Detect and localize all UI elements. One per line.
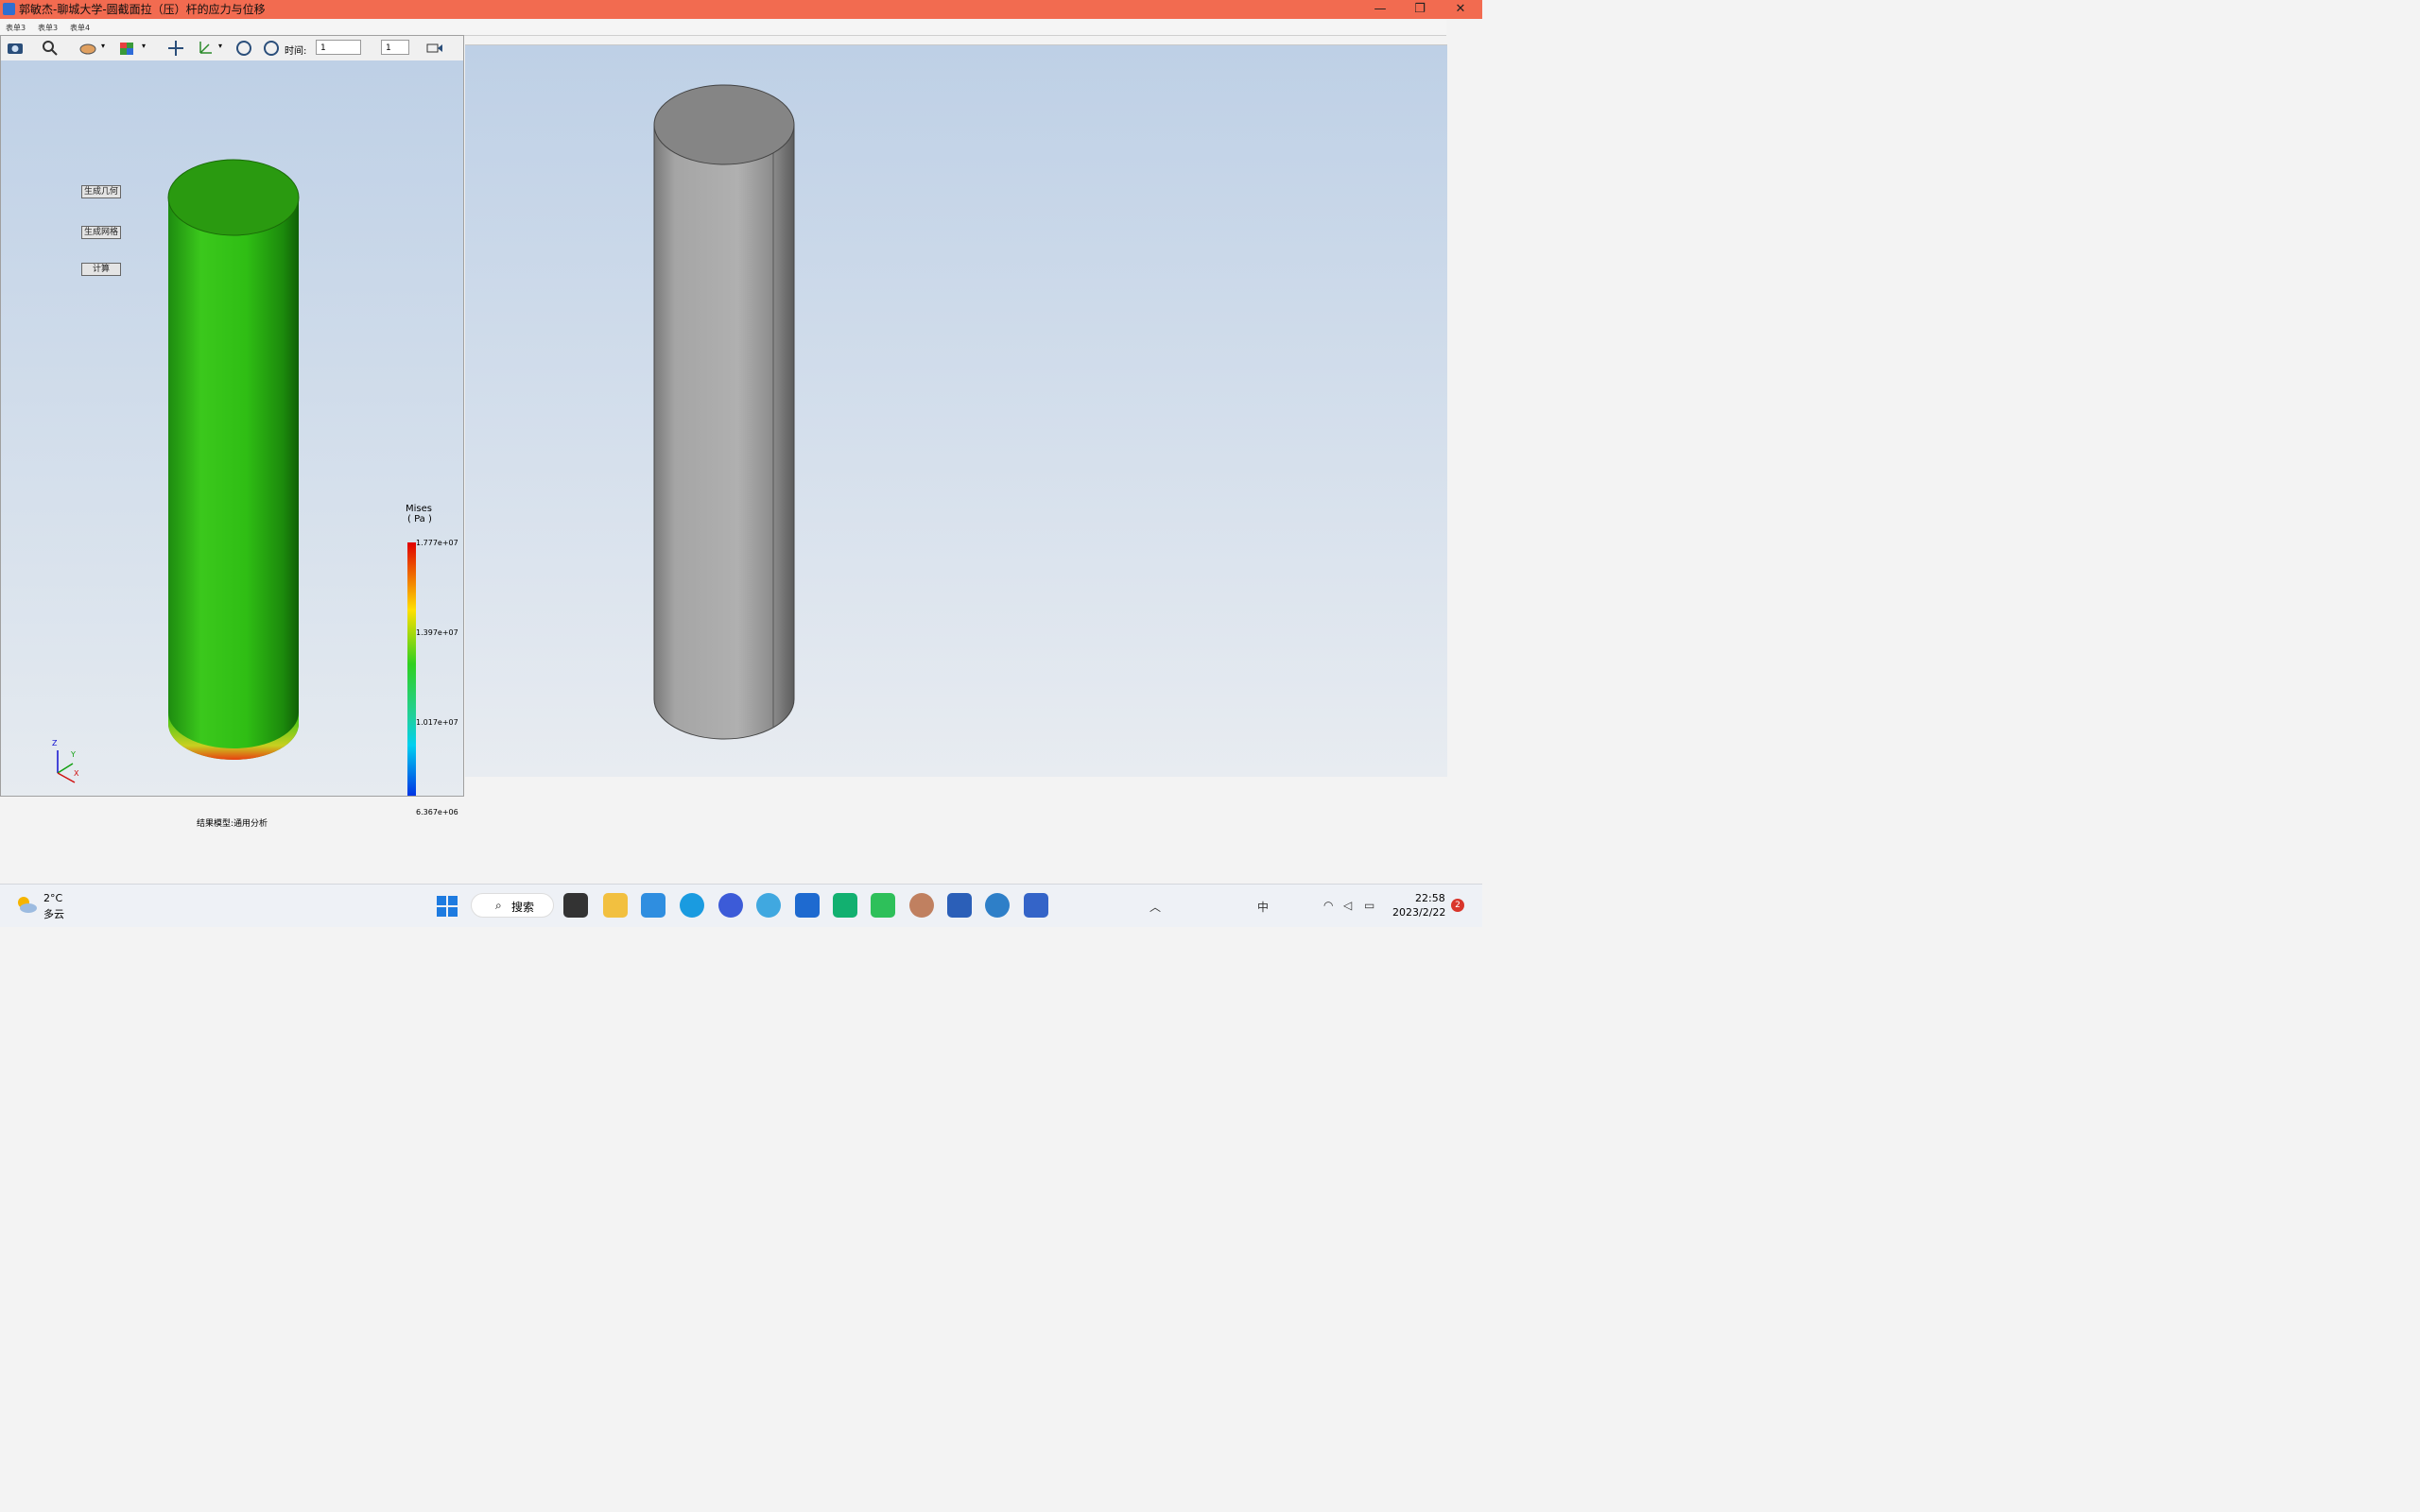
legend-color-bar — [407, 542, 416, 796]
file-explorer-icon[interactable] — [603, 893, 628, 918]
ime-indicator[interactable]: 中 — [1257, 899, 1269, 915]
edge-browser-icon[interactable] — [680, 893, 704, 918]
step-spinner[interactable]: 1 — [381, 40, 409, 55]
tab-form-4[interactable]: 表单4 — [70, 23, 90, 33]
clock-date[interactable]: 2023/2/22 — [1392, 906, 1445, 919]
weather-description[interactable]: 多云 — [43, 906, 64, 921]
time-label: 时间: — [285, 46, 307, 57]
legend-tick-2: 1.397e+07 — [416, 628, 458, 637]
axis-view-icon[interactable] — [196, 39, 215, 58]
video-camera-icon[interactable] — [425, 39, 444, 58]
time-select-value: 1 — [320, 43, 326, 53]
legend-title: Mises — [406, 504, 432, 514]
task-view-icon[interactable] — [563, 893, 588, 918]
result-caption: 结果模型:通用分析 — [196, 819, 268, 829]
weather-cloud-icon[interactable] — [15, 894, 38, 915]
restore-button[interactable]: ❐ — [1401, 0, 1439, 19]
title-bar: 郭敏杰-聊城大学-圆截面拉（压）杆的应力与位移 — ❐ ✕ — [0, 0, 1482, 19]
battery-icon[interactable]: ▭ — [1364, 899, 1374, 912]
geometry-cylinder — [653, 84, 795, 740]
display-mode-icon[interactable] — [78, 39, 97, 58]
fem-app-icon[interactable] — [1024, 893, 1048, 918]
axis-x-label: X — [74, 769, 79, 778]
word-icon[interactable] — [947, 893, 972, 918]
chevron-down-icon[interactable]: ▾ — [142, 42, 146, 50]
taskbar-search-box[interactable]: ⌕ 搜索 — [471, 893, 554, 918]
time-select[interactable]: 1 — [316, 40, 361, 55]
app-v-icon[interactable] — [641, 893, 666, 918]
pan-icon[interactable] — [166, 39, 185, 58]
app-a-icon[interactable] — [718, 893, 743, 918]
axis-y-label: Y — [71, 750, 76, 759]
app-l-icon[interactable] — [795, 893, 820, 918]
app-avatar-icon[interactable] — [909, 893, 934, 918]
clock-time[interactable]: 22:58 — [1415, 892, 1445, 904]
app-eye-icon[interactable] — [756, 893, 781, 918]
step-spinner-value: 1 — [386, 43, 391, 53]
rotate-left-icon[interactable] — [234, 39, 253, 58]
legend-tick-min: 6.367e+06 — [416, 808, 458, 816]
zoom-icon[interactable] — [41, 39, 60, 58]
volume-icon[interactable]: ◁ — [1343, 899, 1352, 912]
legend-unit: ( Pa ) — [407, 514, 432, 524]
close-button[interactable]: ✕ — [1442, 0, 1479, 19]
app-icon — [3, 3, 15, 15]
result-3d-viewport[interactable]: 生成几何 生成网格 计算 Mises (Pa) 1.777e+07 1.39… — [1, 60, 463, 829]
search-icon: ⌕ — [495, 899, 502, 912]
chevron-down-icon[interactable]: ▾ — [101, 42, 105, 50]
app-bag-icon[interactable] — [833, 893, 857, 918]
wechat-icon[interactable] — [871, 893, 895, 918]
notification-badge[interactable]: 2 — [1451, 899, 1464, 912]
weather-temperature[interactable]: 2°C — [43, 892, 62, 904]
contour-cube-icon[interactable] — [117, 39, 136, 58]
axis-z-label: Z — [52, 739, 58, 747]
legend-tick-3: 1.017e+07 — [416, 718, 458, 727]
windows-start-icon[interactable] — [437, 896, 458, 917]
search-label: 搜索 — [511, 901, 535, 914]
window-title: 郭敏杰-聊城大学-圆截面拉（压）杆的应力与位移 — [19, 3, 266, 16]
chevron-up-icon[interactable]: ︿ — [1150, 899, 1161, 915]
rotate-right-icon[interactable] — [262, 39, 281, 58]
chevron-down-icon[interactable]: ▾ — [218, 42, 222, 50]
minimize-button[interactable]: — — [1361, 0, 1399, 19]
main-3d-viewport[interactable] — [465, 44, 1447, 777]
stress-contour-cylinder — [57, 159, 416, 796]
wifi-icon[interactable]: ◠ — [1323, 899, 1333, 912]
form-tab-strip: 表单3 表单3 表单4 — [0, 20, 1446, 36]
app-swirl-icon[interactable] — [985, 893, 1010, 918]
tab-form-3a[interactable]: 表单3 — [6, 23, 26, 33]
tab-form-3b[interactable]: 表单3 — [38, 23, 58, 33]
result-toolbar: ▾ ▾ ▾ 时间: 1 1 — [1, 36, 463, 61]
result-panel: ▾ ▾ ▾ 时间: 1 1 生成几何 生成网格 计算 Mises (Pa) … — [0, 35, 464, 829]
camera-icon[interactable] — [6, 39, 25, 58]
legend-tick-max: 1.777e+07 — [416, 539, 458, 547]
